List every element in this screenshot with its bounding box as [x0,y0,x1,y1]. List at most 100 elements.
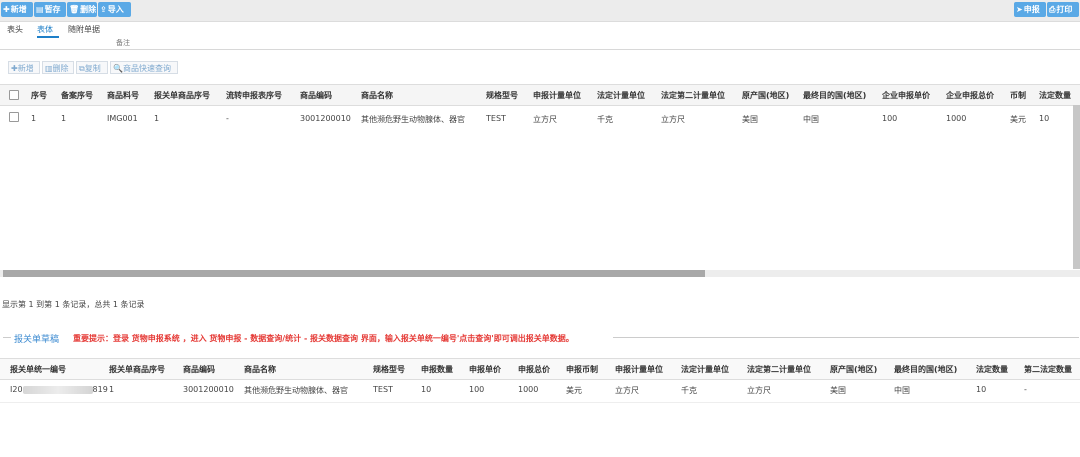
col-legal-unit[interactable]: 法定计量单位 [597,90,645,101]
active-tab-indicator [37,36,59,38]
col-second-qty[interactable]: 第二法定数量 [1024,364,1072,375]
table-cell: 中国 [803,115,819,124]
table-cell: 10 [1039,114,1050,123]
col-destination[interactable]: 最终目的国(地区) [803,90,866,101]
col-spec[interactable]: 规格型号 [486,90,518,101]
tab-attachments[interactable]: 随附单据 [68,24,100,35]
table-cell: 立方尺 [615,386,639,395]
table-cell: 中国 [894,386,910,395]
print-label: 打印 [1056,5,1073,14]
row-checkbox[interactable] [9,112,19,122]
declare-button[interactable]: ➤申报 [1014,2,1046,17]
col-second-unit[interactable]: 法定第二计量单位 [747,364,811,375]
draft-section-title: 报关单草稿 [14,335,60,345]
save-draft-button[interactable]: ▤暂存 [34,2,66,17]
table-cell: 1 [31,114,37,123]
vertical-scrollbar[interactable] [1073,105,1080,269]
table-cell: 3001200010 [183,385,234,394]
add-button[interactable]: ✚新增 [1,2,33,17]
print-button[interactable]: ⎙打印 [1047,2,1079,17]
col-goods-name[interactable]: 商品名称 [361,90,393,101]
body-delete-label: 删除 [52,64,69,73]
table-cell: 1 [154,114,160,123]
body-add-label: 新增 [17,64,34,73]
col-destination[interactable]: 最终目的国(地区) [894,364,957,375]
table-cell: IMG001 [107,114,138,123]
table-cell: 美元 [1010,115,1026,124]
table-cell: - [1024,385,1027,394]
table-cell: 千克 [681,386,697,395]
import-button[interactable]: ⇪导入 [98,2,131,17]
col-legal-unit[interactable]: 法定计量单位 [681,364,729,375]
quick-query-button[interactable]: 🔍商品快速查询 [110,61,178,74]
row-divider [0,402,1080,403]
table-cell: 美元 [566,386,582,395]
table-cell: 100 [469,385,485,394]
pagination-info: 显示第 1 到第 1 条记录，总共 1 条记录 [2,300,145,309]
remark-label-fragment: 备注 [116,39,130,47]
col-decl-item-seq[interactable]: 报关单商品序号 [154,90,210,101]
delete-label: 删除 [80,5,97,14]
decl-no-cell: I20 819 [10,385,108,394]
import-label: 导入 [107,5,124,14]
plus-icon: ✚ [11,64,18,73]
body-copy-button[interactable]: ⧉复制 [76,61,108,74]
col-second-unit[interactable]: 法定第二计量单位 [661,90,725,101]
important-notice: 重要提示：登录 货物申报系统 ，进入 货物申报 - 数据查询/统计 - 报关数据… [73,334,574,343]
body-delete-button[interactable]: ▥删除 [42,61,74,74]
col-transfer-seq[interactable]: 流转申报表序号 [226,90,282,101]
col-decl-total[interactable]: 申报总价 [518,364,550,375]
body-add-button[interactable]: ✚新增 [8,61,40,74]
table-cell: 1 [61,114,67,123]
col-decl-qty[interactable]: 申报数量 [421,364,453,375]
send-icon: ➤ [1016,5,1023,14]
col-decl-no[interactable]: 报关单统一编号 [10,364,66,375]
col-origin[interactable]: 原产国(地区) [742,90,789,101]
table-cell: 10 [421,385,432,394]
table-cell: 立方尺 [747,386,771,395]
table-cell: 美国 [830,386,846,395]
col-hs-code[interactable]: 商品编码 [300,90,332,101]
add-button-label: 新增 [10,5,27,14]
col-record-seq[interactable]: 备案序号 [61,90,93,101]
tab-header[interactable]: 表头 [7,24,23,35]
table-cell: 其他濒危野生动物腺体、器官 [361,115,465,124]
col-decl-price[interactable]: 申报单价 [469,364,501,375]
save-icon: ▤ [36,5,44,14]
select-all-checkbox[interactable] [9,90,19,100]
trash-icon: 🗑 [69,5,80,14]
top-toolbar: ✚新增 ▤暂存 🗑删除 ⇪导入 ➤申报 ⎙打印 [0,0,1080,22]
body-copy-label: 复制 [84,64,101,73]
print-icon: ⎙ [1049,5,1056,14]
col-decl-unit[interactable]: 申报计量单位 [615,364,663,375]
col-origin[interactable]: 原产国(地区) [830,364,877,375]
delete-button[interactable]: 🗑删除 [67,2,97,17]
table-cell: 10 [976,385,987,394]
col-decl-unit[interactable]: 申报计量单位 [533,90,581,101]
col-decl-item-seq[interactable]: 报关单商品序号 [109,364,165,375]
col-legal-qty[interactable]: 法定数量 [976,364,1008,375]
table-cell: TEST [373,385,393,394]
table-cell: 千克 [597,115,613,124]
search-icon: 🔍 [113,64,123,73]
col-unit-price[interactable]: 企业申报单价 [882,90,930,101]
col-seq[interactable]: 序号 [31,90,47,101]
table-cell: 100 [882,114,898,123]
col-currency[interactable]: 币制 [1010,90,1026,101]
col-hs-code[interactable]: 商品编码 [183,364,215,375]
decl-no-suffix: 819 [92,385,108,394]
save-draft-label: 暂存 [44,5,61,14]
col-total-price[interactable]: 企业申报总价 [946,90,994,101]
plus-icon: ✚ [3,5,10,14]
horizontal-scrollbar[interactable] [3,270,705,277]
col-legal-qty[interactable]: 法定数量 [1039,90,1071,101]
col-item-no[interactable]: 商品料号 [107,90,139,101]
goods-grid: 序号 备案序号 商品料号 报关单商品序号 流转申报表序号 商品编码 商品名称 规… [0,84,1080,269]
redacted-block [22,385,93,394]
tab-body[interactable]: 表体 [37,24,53,35]
tab-bar: 表头 表体 随附单据 [0,22,1080,36]
decl-no-prefix: I20 [10,385,23,394]
col-decl-currency[interactable]: 申报币制 [566,364,598,375]
col-spec[interactable]: 规格型号 [373,364,405,375]
col-goods-name[interactable]: 商品名称 [244,364,276,375]
